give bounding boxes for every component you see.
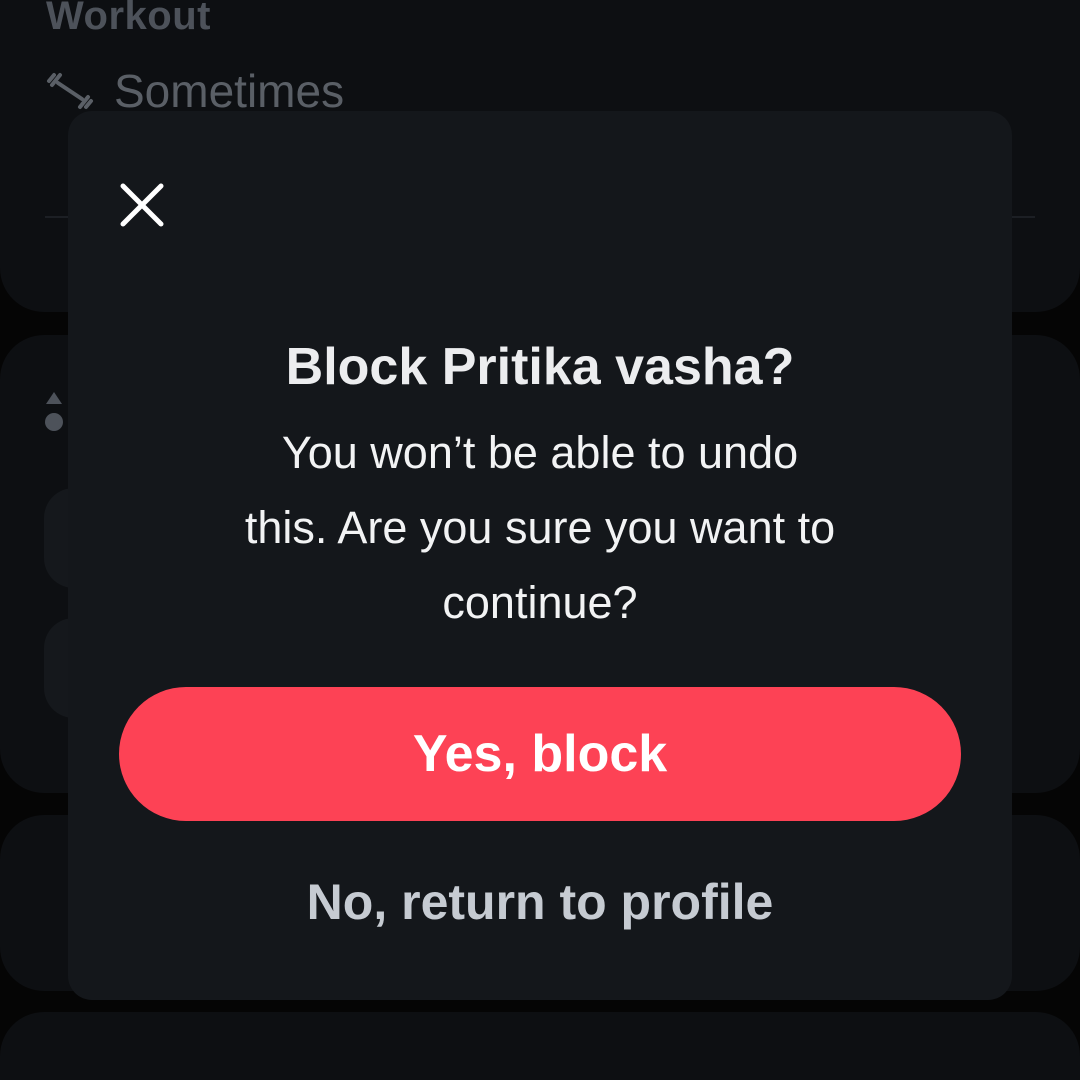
block-confirmation-dialog: Block Pritika vasha? You won’t be able t… [68,111,1012,1000]
workout-value: Sometimes [114,65,345,117]
screen: Workout Sometimes Block Pritika vasha? Y… [0,0,1080,1080]
close-button[interactable] [112,175,172,235]
dialog-title: Block Pritika vasha? [285,338,795,396]
yes-block-button[interactable]: Yes, block [119,687,961,821]
section-title: Workout [46,0,211,38]
return-to-profile-button[interactable]: No, return to profile [68,867,1012,937]
workout-row: Sometimes [46,64,344,118]
dialog-message: You won’t be able to undo this. Are you … [178,415,902,640]
dumbbell-icon [46,71,94,111]
yes-block-label: Yes, block [412,725,668,783]
close-icon [120,183,164,227]
profile-section-card-3 [0,1012,1080,1080]
dialog-message-line: continue? [442,577,638,628]
dialog-message-line: this. Are you sure you want to [244,502,836,553]
dialog-message-line: You won’t be able to undo [281,427,799,478]
return-to-profile-label: No, return to profile [306,874,774,930]
